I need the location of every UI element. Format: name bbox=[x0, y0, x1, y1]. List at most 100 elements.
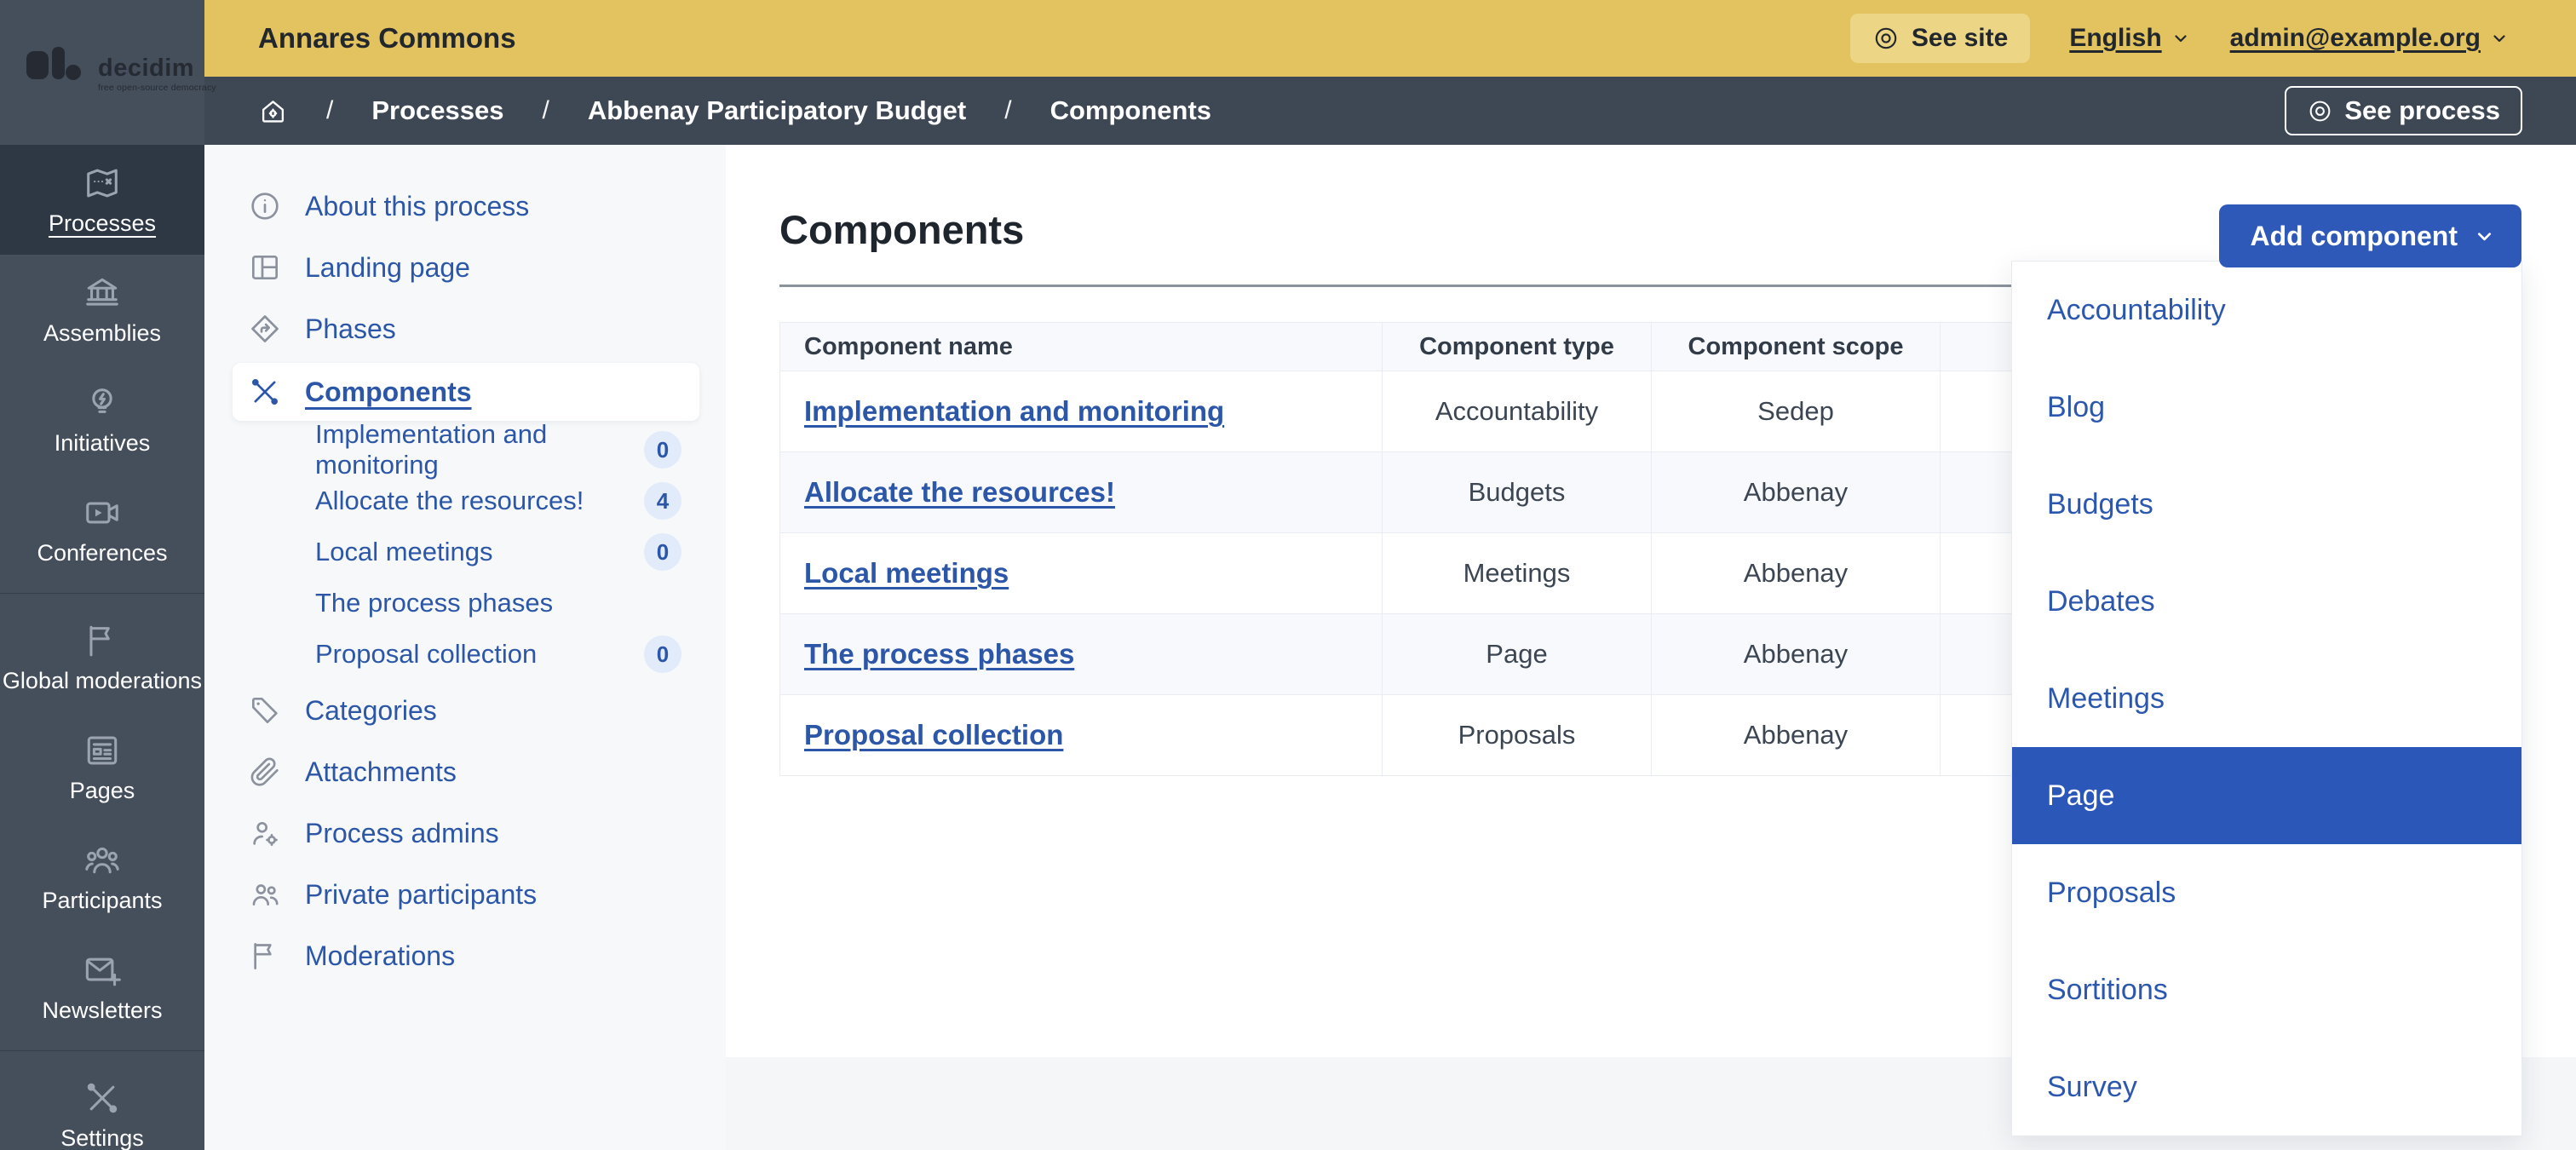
component-link[interactable]: Implementation and monitoring bbox=[804, 395, 1224, 427]
dropdown-item-sortitions[interactable]: Sortitions bbox=[2012, 941, 2521, 1038]
component-link[interactable]: Allocate the resources! bbox=[804, 476, 1115, 508]
sidebar-item-conferences[interactable]: Conferences bbox=[0, 474, 204, 584]
sidebar-item-newsletters[interactable]: Newsletters bbox=[0, 932, 204, 1042]
menu-item-label: Landing page bbox=[305, 251, 470, 283]
menu-item-about[interactable]: About this process bbox=[204, 175, 726, 237]
chevron-down-icon bbox=[2477, 232, 2492, 240]
eye-icon bbox=[2309, 101, 2331, 121]
menu-item-process-admins[interactable]: Process admins bbox=[204, 802, 726, 864]
decidim-logo-tagline: free open-source democracy bbox=[98, 83, 216, 93]
count-badge: 0 bbox=[644, 431, 681, 469]
team-icon bbox=[85, 847, 119, 873]
menu-item-label: Categories bbox=[305, 694, 437, 726]
sidebar-item-label: Conferences bbox=[37, 539, 168, 566]
chevron-down-icon bbox=[2493, 35, 2505, 43]
sidebar-divider bbox=[0, 1050, 204, 1051]
component-scope: Abbenay bbox=[1651, 694, 1941, 776]
component-type: Budgets bbox=[1382, 451, 1652, 533]
decidim-logo-icon bbox=[26, 47, 81, 80]
menu-item-label: Attachments bbox=[305, 756, 457, 787]
sidebar-item-label: Newsletters bbox=[42, 997, 163, 1023]
menu-item-landing-page[interactable]: Landing page bbox=[204, 237, 726, 298]
component-link[interactable]: The process phases bbox=[804, 638, 1074, 670]
menu-item-label: Process admins bbox=[305, 817, 499, 848]
menu-item-components[interactable]: Components bbox=[233, 363, 699, 421]
add-component-dropdown: Accountability Blog Budgets Debates Meet… bbox=[2011, 261, 2522, 1136]
menu-item-moderations[interactable]: Moderations bbox=[204, 925, 726, 986]
see-process-label: See process bbox=[2344, 95, 2500, 125]
component-link[interactable]: Proposal collection bbox=[804, 719, 1063, 750]
menu-item-label: Moderations bbox=[305, 940, 456, 971]
sidebar-item-global-moderations[interactable]: Global moderations bbox=[0, 602, 204, 712]
add-component-button[interactable]: Add component bbox=[2219, 204, 2521, 267]
sidebar-item-settings[interactable]: Settings bbox=[0, 1060, 204, 1150]
user-gear-icon bbox=[253, 822, 278, 846]
dropdown-item-accountability[interactable]: Accountability bbox=[2012, 262, 2521, 359]
breadcrumb: / Processes / Abbenay Participatory Budg… bbox=[204, 77, 2576, 145]
breadcrumb-separator: / bbox=[1004, 96, 1012, 124]
sidebar-item-initiatives[interactable]: Initiatives bbox=[0, 365, 204, 474]
component-scope: Abbenay bbox=[1651, 532, 1941, 614]
dropdown-item-debates[interactable]: Debates bbox=[2012, 553, 2521, 650]
dropdown-item-meetings[interactable]: Meetings bbox=[2012, 650, 2521, 747]
language-selector[interactable]: English bbox=[2069, 24, 2190, 53]
breadcrumb-item-components[interactable]: Components bbox=[1050, 95, 1211, 126]
video-camera-icon bbox=[86, 502, 118, 523]
breadcrumb-item-processes[interactable]: Processes bbox=[371, 95, 503, 126]
menu-subitem-allocate[interactable]: Allocate the resources! 4 bbox=[204, 475, 726, 526]
menu-subitem-process-phases[interactable]: The process phases bbox=[204, 578, 726, 629]
sidebar-item-pages[interactable]: Pages bbox=[0, 712, 204, 822]
component-type: Proposals bbox=[1382, 694, 1652, 776]
sidebar-item-label: Global moderations bbox=[2, 667, 203, 693]
menu-subitem-label: Local meetings bbox=[315, 537, 493, 566]
breadcrumb-separator: / bbox=[542, 96, 549, 124]
process-menu: About this process Landing page Phases C… bbox=[204, 145, 726, 1150]
menu-subitem-label: The process phases bbox=[315, 588, 554, 618]
dropdown-item-survey[interactable]: Survey bbox=[2012, 1038, 2521, 1136]
paperclip-icon bbox=[250, 757, 279, 786]
see-process-button[interactable]: See process bbox=[2285, 86, 2522, 135]
count-badge: 0 bbox=[644, 635, 681, 673]
admin-sidebar: decidim free open-source democracy Proce… bbox=[0, 0, 216, 1150]
dropdown-item-blog[interactable]: Blog bbox=[2012, 359, 2521, 456]
tools-icon bbox=[252, 379, 279, 405]
menu-subitem-local-meetings[interactable]: Local meetings 0 bbox=[204, 526, 726, 578]
dropdown-item-budgets[interactable]: Budgets bbox=[2012, 456, 2521, 553]
bank-icon bbox=[86, 278, 118, 306]
sidebar-item-label: Assemblies bbox=[43, 319, 162, 346]
menu-item-label: Private participants bbox=[305, 878, 538, 910]
info-icon bbox=[251, 193, 279, 220]
dropdown-item-page[interactable]: Page bbox=[2012, 747, 2521, 844]
sidebar-item-label: Initiatives bbox=[54, 429, 151, 456]
component-type: Page bbox=[1382, 613, 1652, 695]
sidebar-divider bbox=[0, 593, 204, 594]
mail-plus-icon bbox=[85, 957, 121, 986]
component-type: Accountability bbox=[1382, 371, 1652, 452]
see-site-link[interactable]: See site bbox=[1849, 14, 2031, 63]
menu-item-label: About this process bbox=[305, 190, 530, 221]
count-badge: 0 bbox=[644, 533, 681, 571]
menu-item-phases[interactable]: Phases bbox=[204, 298, 726, 359]
menu-subitem-implementation[interactable]: Implementation and monitoring 0 bbox=[204, 419, 726, 480]
sidebar-item-processes[interactable]: Processes bbox=[0, 145, 204, 255]
map-icon bbox=[87, 169, 118, 197]
sidebar-item-label: Participants bbox=[42, 887, 163, 913]
count-badge: 4 bbox=[644, 482, 681, 520]
component-link[interactable]: Local meetings bbox=[804, 557, 1009, 589]
breadcrumb-home[interactable] bbox=[258, 96, 288, 126]
direction-icon bbox=[251, 315, 279, 342]
menu-item-private-participants[interactable]: Private participants bbox=[204, 864, 726, 925]
menu-subitem-proposal-collection[interactable]: Proposal collection 0 bbox=[204, 629, 726, 680]
decidim-logo-wordmark: decidim bbox=[98, 55, 195, 82]
sidebar-item-assemblies[interactable]: Assemblies bbox=[0, 255, 204, 365]
user-menu[interactable]: admin@example.org bbox=[2230, 24, 2510, 53]
breadcrumb-item-process[interactable]: Abbenay Participatory Budget bbox=[588, 95, 966, 126]
sidebar-item-label: Settings bbox=[60, 1124, 144, 1150]
see-site-label: See site bbox=[1911, 24, 2009, 52]
dropdown-item-proposals[interactable]: Proposals bbox=[2012, 844, 2521, 941]
lightbulb-icon bbox=[92, 388, 112, 413]
component-scope: Abbenay bbox=[1651, 451, 1941, 533]
sidebar-item-participants[interactable]: Participants bbox=[0, 822, 204, 932]
menu-item-categories[interactable]: Categories bbox=[204, 680, 726, 741]
menu-item-attachments[interactable]: Attachments bbox=[204, 741, 726, 802]
